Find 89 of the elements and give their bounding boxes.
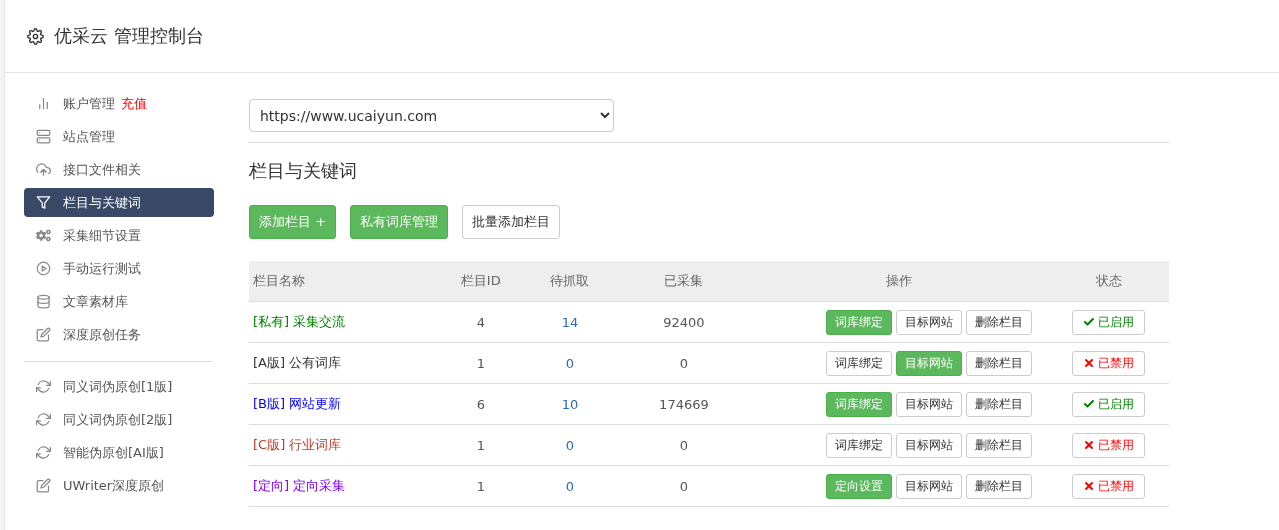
sidebar-item[interactable]: UWriter深度原创 (24, 471, 214, 500)
sidebar-item-label: UWriter深度原创 (63, 476, 165, 495)
sidebar-item[interactable]: 接口文件相关 (24, 155, 214, 184)
sidebar-item-label: 栏目与关键词 (63, 193, 141, 212)
status-button[interactable]: 已禁用 (1072, 473, 1146, 499)
column-name: [私有] 采集交流 (253, 314, 346, 329)
column-name: [C版] 行业词库 (253, 437, 342, 452)
section-title: 栏目与关键词 (249, 159, 358, 183)
sidebar-item[interactable]: 同义词伪原创[2版] (24, 405, 214, 434)
filter-icon (36, 195, 51, 210)
recharge-link[interactable]: 充值 (121, 94, 147, 113)
action-button[interactable]: 目标网站 (895, 473, 962, 499)
sidebar-item-label: 账户管理 (63, 94, 115, 113)
close-icon (1083, 480, 1096, 492)
action-button[interactable]: 删除栏目 (965, 350, 1032, 376)
close-icon (1083, 357, 1096, 369)
settings-icon (27, 27, 44, 45)
sidebar-item-label: 智能伪原创[AI版] (63, 443, 164, 462)
refresh-icon (36, 445, 51, 460)
sidebar-item[interactable]: 文章素材库 (24, 287, 214, 316)
app-title: 优采云 管理控制台 (54, 24, 204, 48)
bar-chart-icon (36, 96, 51, 111)
check-icon (1083, 316, 1096, 328)
column-name: [A版] 公有词库 (253, 355, 342, 370)
table-cell: 0 (565, 478, 575, 494)
table-cell: 1 (476, 355, 485, 371)
column-name: [定向] 定向采集 (253, 478, 346, 493)
column-header: 栏目名称 (249, 261, 442, 302)
sidebar-item[interactable]: 站点管理 (24, 122, 214, 151)
table-cell: 10 (561, 396, 579, 412)
column-header: 栏目ID (441, 261, 521, 302)
column-name: [B版] 网站更新 (253, 396, 342, 411)
action-button[interactable]: 目标网站 (895, 391, 962, 417)
edit-icon (36, 478, 51, 493)
status-button[interactable]: 已禁用 (1072, 350, 1146, 376)
action-button[interactable]: 目标网站 (895, 432, 962, 458)
status-button[interactable]: 已启用 (1072, 391, 1146, 417)
status-button[interactable]: 已启用 (1072, 309, 1146, 335)
site-select[interactable]: https://www.ucaiyun.com (249, 99, 614, 132)
sidebar-item-label: 手动运行测试 (63, 259, 141, 278)
cloud-upload-icon (36, 162, 51, 177)
sidebar-item[interactable]: 智能伪原创[AI版] (24, 438, 214, 467)
gears-icon (36, 228, 51, 243)
table-cell: 174669 (659, 396, 709, 412)
sidebar-item[interactable]: 手动运行测试 (24, 254, 214, 283)
sidebar-item[interactable]: 深度原创任务 (24, 320, 214, 349)
column-header: 状态 (1049, 261, 1169, 302)
status-button[interactable]: 已禁用 (1072, 432, 1146, 458)
sidebar-item-label: 站点管理 (63, 127, 115, 146)
sidebar-item[interactable]: 采集细节设置 (24, 221, 214, 250)
database-icon (36, 294, 51, 309)
sidebar-item[interactable]: 账户管理 充值 (24, 89, 214, 118)
table-cell: 0 (679, 437, 689, 453)
action-button[interactable]: 删除栏目 (965, 309, 1032, 335)
sidebar-item-label: 同义词伪原创[1版] (63, 377, 173, 396)
refresh-icon (36, 412, 51, 427)
sidebar-item-label: 采集细节设置 (63, 226, 141, 245)
table-cell: 0 (679, 478, 689, 494)
action-button[interactable]: 删除栏目 (965, 473, 1032, 499)
column-header: 待抓取 (520, 261, 620, 302)
refresh-icon (36, 379, 51, 394)
sidebar-item-label: 同义词伪原创[2版] (63, 410, 173, 429)
action-button[interactable]: 词库绑定 (825, 432, 892, 458)
action-button[interactable]: 删除栏目 (965, 432, 1032, 458)
sidebar-item-label: 深度原创任务 (63, 325, 141, 344)
server-icon (36, 129, 51, 144)
column-header: 已采集 (619, 261, 749, 302)
close-icon (1083, 439, 1096, 451)
table-cell: 0 (565, 437, 575, 453)
table-cell: 4 (476, 314, 485, 330)
table-cell: 1 (476, 437, 485, 453)
table-cell: 1 (476, 478, 485, 494)
sidebar-item[interactable]: 栏目与关键词 (24, 188, 214, 217)
action-button[interactable]: 词库绑定 (825, 350, 892, 376)
edit-icon (36, 327, 51, 342)
play-icon (36, 261, 51, 276)
action-button[interactable]: 删除栏目 (965, 391, 1032, 417)
toolbar-button[interactable]: 批量添加栏目 (462, 205, 561, 239)
column-header: 操作 (748, 261, 1050, 302)
action-button[interactable]: 目标网站 (895, 309, 962, 335)
table-cell: 6 (476, 396, 485, 412)
table-cell: 0 (679, 355, 689, 371)
sidebar-item[interactable]: 同义词伪原创[1版] (24, 372, 214, 401)
table-cell: 92400 (663, 314, 705, 330)
table-cell: 0 (565, 355, 575, 371)
sidebar-item-label: 接口文件相关 (63, 160, 141, 179)
sidebar-item-label: 文章素材库 (63, 292, 128, 311)
check-icon (1083, 398, 1096, 410)
table-cell: 14 (561, 314, 579, 330)
